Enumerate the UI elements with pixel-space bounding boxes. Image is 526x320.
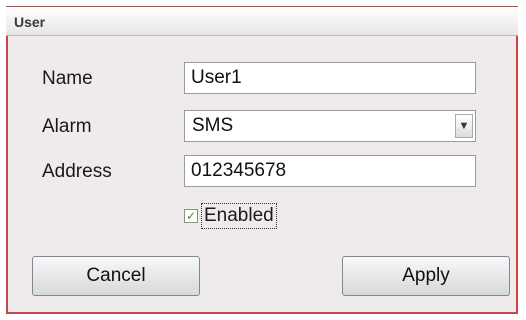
chevron-down-icon[interactable]: ▼ <box>455 114 473 138</box>
checkmark-icon: ✓ <box>185 209 197 223</box>
name-field[interactable]: User1 <box>184 62 476 94</box>
dialog-title: User <box>14 14 46 30</box>
name-label: Name <box>42 68 93 89</box>
enabled-label[interactable]: Enabled <box>201 203 277 229</box>
apply-button[interactable]: Apply <box>342 256 510 296</box>
alarm-select[interactable]: SMS ▼ <box>184 110 476 142</box>
cancel-button[interactable]: Cancel <box>32 256 200 296</box>
title-bar: User <box>6 6 518 36</box>
address-label: Address <box>42 161 112 182</box>
enabled-checkbox-row[interactable]: ✓ Enabled <box>184 203 277 229</box>
alarm-select-value: SMS <box>192 115 234 136</box>
user-dialog: User Name User1 Alarm SMS ▼ Address 0123… <box>6 6 518 314</box>
enabled-checkbox[interactable]: ✓ <box>184 209 198 223</box>
address-field[interactable]: 012345678 <box>184 155 476 187</box>
alarm-label: Alarm <box>42 116 92 137</box>
